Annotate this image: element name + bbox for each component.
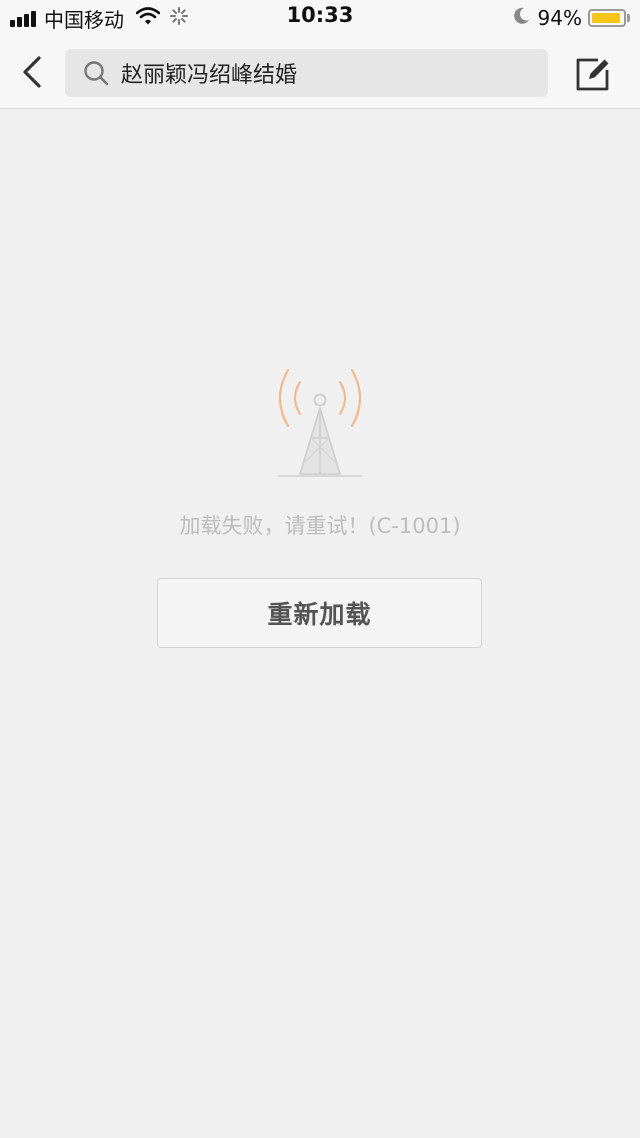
carrier-name: 中国移动 (44, 7, 124, 32)
status-right: 94% (513, 4, 630, 32)
wifi-icon (135, 7, 161, 29)
status-left: 中国移动 (10, 4, 188, 32)
search-input[interactable]: 赵丽颖冯绍峰结婚 (65, 49, 548, 97)
error-message: 加载失败，请重试！(C-1001) (179, 514, 461, 538)
compose-button[interactable] (574, 54, 614, 94)
battery-body (588, 9, 626, 27)
search-icon (83, 60, 109, 86)
battery-fill (592, 13, 621, 23)
loading-icon (170, 7, 188, 29)
battery-cap (627, 14, 630, 22)
compose-icon (576, 58, 609, 91)
nav-bar: 赵丽颖冯绍峰结婚 (0, 36, 640, 109)
battery-percent: 94% (537, 6, 582, 30)
search-query: 赵丽颖冯绍峰结婚 (121, 63, 298, 88)
signal-icon (10, 9, 38, 27)
status-bar: 中国移动 10:33 94% (0, 0, 640, 36)
back-button[interactable] (12, 52, 52, 92)
signal-tower-icon (278, 368, 362, 477)
battery-icon (588, 9, 630, 27)
reload-button[interactable]: 重新加载 (157, 578, 482, 648)
chevron-left-icon (23, 56, 41, 88)
moon-icon (513, 7, 530, 29)
